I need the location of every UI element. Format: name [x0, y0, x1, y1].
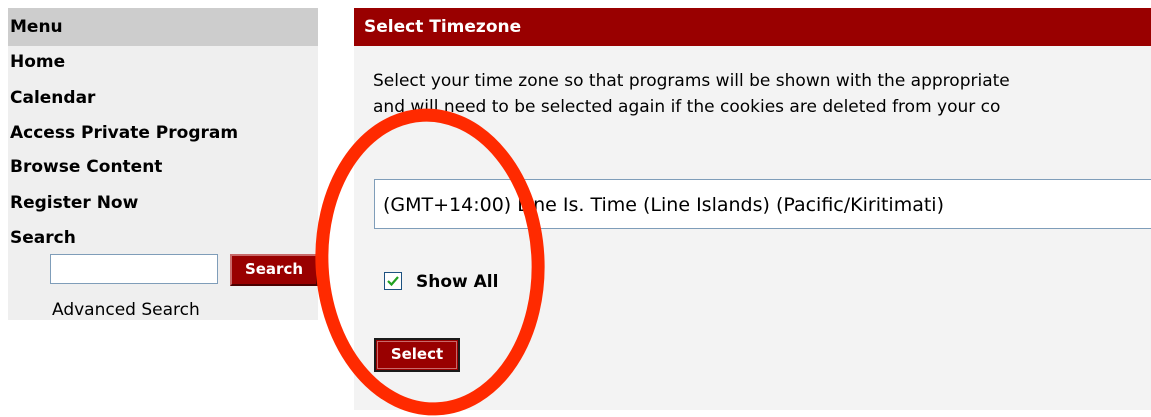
menu-header: Menu — [8, 8, 318, 46]
page: Menu Home Calendar Access Private Progra… — [0, 0, 1151, 417]
sidebar-item-access-private-program[interactable]: Access Private Program — [10, 123, 238, 143]
timezone-description: Select your time zone so that programs w… — [373, 68, 1151, 120]
sidebar-item-home[interactable]: Home — [10, 52, 65, 72]
advanced-search-link[interactable]: Advanced Search — [52, 300, 200, 320]
description-line-1: Select your time zone so that programs w… — [373, 71, 1010, 91]
description-line-2: and will need to be selected again if th… — [373, 97, 1001, 117]
search-input[interactable] — [50, 254, 218, 284]
search-button[interactable]: Search — [230, 254, 318, 286]
sidebar-item-register-now[interactable]: Register Now — [10, 193, 138, 213]
sidebar-item-search[interactable]: Search — [10, 228, 76, 248]
panel-header: Select Timezone — [354, 8, 1151, 46]
checkmark-icon — [387, 276, 399, 287]
select-timezone-panel: Select Timezone Select your time zone so… — [354, 8, 1151, 410]
show-all-checkbox[interactable] — [384, 272, 402, 290]
sidebar-item-browse-content[interactable]: Browse Content — [10, 157, 162, 177]
menu-title: Menu — [10, 17, 63, 37]
timezone-select[interactable]: (GMT+14:00) Line Is. Time (Line Islands)… — [374, 179, 1151, 229]
sidebar-item-calendar[interactable]: Calendar — [10, 88, 95, 108]
select-button[interactable]: Select — [374, 338, 460, 372]
timezone-selected-value: (GMT+14:00) Line Is. Time (Line Islands)… — [383, 194, 944, 216]
show-all-label[interactable]: Show All — [416, 272, 498, 292]
panel-title: Select Timezone — [364, 17, 522, 37]
sidebar-menu: Menu Home Calendar Access Private Progra… — [8, 8, 318, 320]
